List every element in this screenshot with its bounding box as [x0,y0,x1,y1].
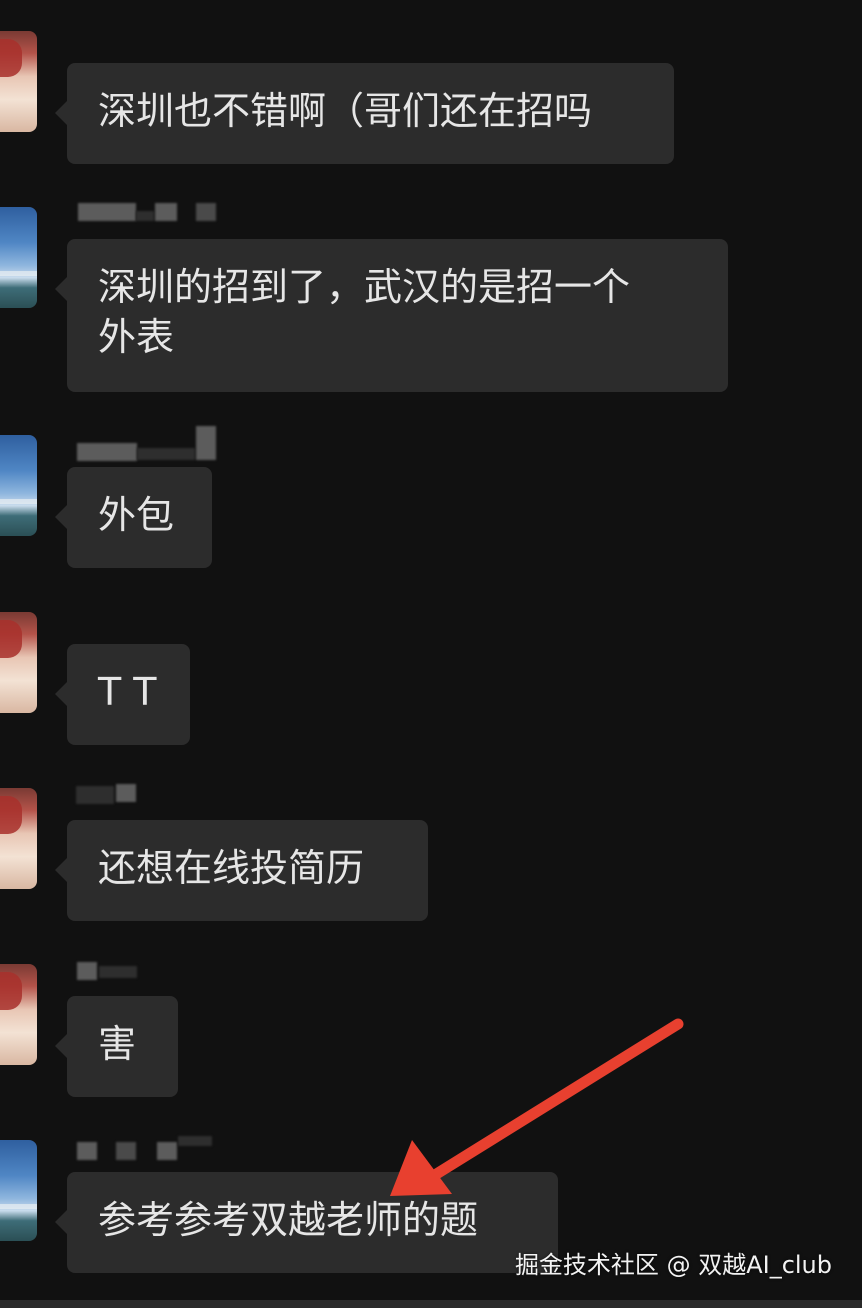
sender-name-redacted [78,203,136,221]
avatar[interactable] [0,612,37,713]
sender-name-redacted [157,1142,177,1160]
message-bubble[interactable]: 还想在线投简历 [55,820,428,921]
message-bubble[interactable]: 深圳也不错啊（哥们还在招吗 [55,63,674,164]
bottom-divider [0,1300,862,1308]
chat-area: 深圳也不错啊（哥们还在招吗 深圳的招到了，武汉的是招一个 外表 外包 T T 还… [0,0,862,1308]
sender-name-redacted [77,1142,97,1160]
avatar[interactable] [0,435,37,536]
watermark: 掘金技术社区 @ 双越AI_club [514,1251,832,1279]
sender-name-redacted [99,966,137,978]
sender-name-redacted [116,1142,136,1160]
sender-name-redacted [77,962,97,980]
sender-name-redacted [116,784,136,802]
message-bubble[interactable]: 深圳的招到了，武汉的是招一个 外表 [55,239,728,392]
message-bubble[interactable]: 外包 [55,467,212,568]
avatar[interactable] [0,964,37,1065]
sender-name-redacted [137,448,195,460]
avatar[interactable] [0,788,37,889]
avatar[interactable] [0,1140,37,1241]
sender-name-redacted [178,1136,212,1146]
sender-name-redacted [196,426,216,460]
message-bubble[interactable]: T T [55,644,190,745]
sender-name-redacted [155,203,177,221]
sender-name-redacted [76,786,114,804]
sender-name-redacted [136,211,154,221]
arrow-shaft [424,1018,684,1184]
message-bubble[interactable]: 参考参考双越老师的题 [55,1172,558,1273]
sender-name-redacted [77,443,137,461]
sender-name-redacted [196,203,216,221]
avatar[interactable] [0,207,37,308]
message-bubble[interactable]: 害 [55,996,178,1097]
avatar[interactable] [0,31,37,132]
